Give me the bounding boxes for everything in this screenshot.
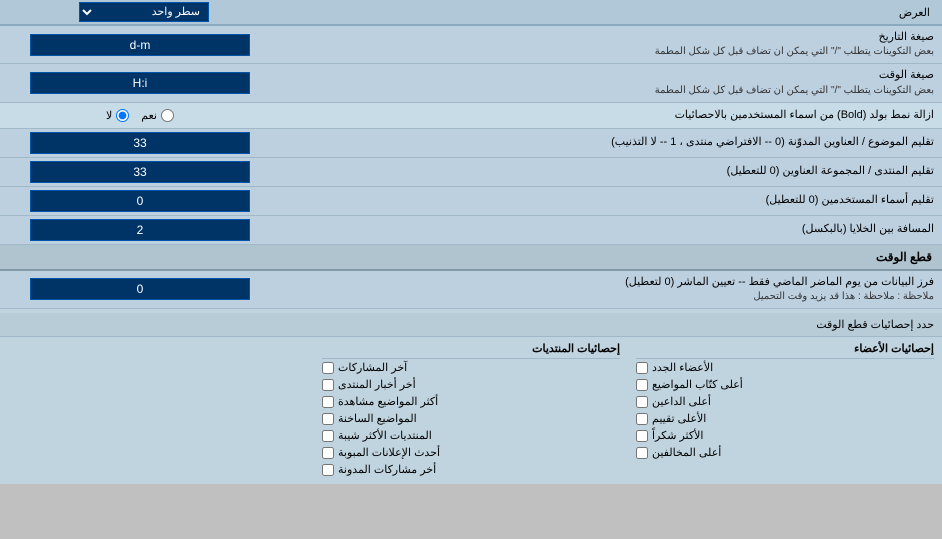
date-format-input-area	[0, 31, 280, 59]
bold-remove-label: ازالة نمط بولد (Bold) من اسماء المستخدمي…	[280, 104, 942, 127]
checkbox-last-posts-input[interactable]	[322, 362, 334, 374]
checkbox-top-writers-input[interactable]	[636, 379, 648, 391]
checkbox-most-similar-forums-input[interactable]	[322, 430, 334, 442]
checkbox-most-thanks: الأكثر شكراً	[636, 427, 934, 444]
header-select-area: سطر واحد سطرين ثلاثة أسطر	[4, 2, 284, 22]
username-limit-label: تقليم أسماء المستخدمين (0 للتعطيل)	[280, 189, 942, 212]
date-format-input[interactable]	[30, 34, 250, 56]
checkbox-top-inviters-input[interactable]	[636, 396, 648, 408]
cell-spacing-label: المسافة بين الخلايا (بالبكسل)	[280, 218, 942, 241]
checkbox-top-violations: أعلى المخالفين	[636, 444, 934, 461]
header-right-label: العرض	[284, 3, 938, 22]
bottom-main-label: حدد إحصائيات قطع الوقت	[0, 315, 942, 334]
cell-spacing-row: المسافة بين الخلايا (بالبكسل)	[0, 216, 942, 245]
members-col-header: إحصائيات الأعضاء	[636, 339, 934, 359]
display-select[interactable]: سطر واحد سطرين ثلاثة أسطر	[79, 2, 209, 22]
checkbox-top-writers: أعلى كتّاب المواضيع	[636, 376, 934, 393]
group-limit-row: تقليم المنتدى / المجموعة العناوين (0 للت…	[0, 158, 942, 187]
checkbox-latest-classified-input[interactable]	[322, 447, 334, 459]
username-limit-input[interactable]	[30, 190, 250, 212]
radio-yes-option: نعم	[141, 109, 174, 122]
cutoff-input[interactable]	[30, 278, 250, 300]
bottom-col-members: إحصائيات الأعضاء الأعضاء الجدد أعلى كتّا…	[628, 337, 942, 480]
username-limit-input-area	[0, 187, 280, 215]
checkbox-forum-news: أخر أخبار المنتدى	[322, 376, 620, 393]
checkbox-hot-topics: المواضيع الساخنة	[322, 410, 620, 427]
cell-spacing-input-area	[0, 216, 280, 244]
subject-limit-input-area	[0, 129, 280, 157]
checkbox-most-viewed-input[interactable]	[322, 396, 334, 408]
cutoff-input-area	[0, 275, 280, 303]
checkbox-top-inviters: أعلى الداعين	[636, 393, 934, 410]
checkbox-most-thanks-input[interactable]	[636, 430, 648, 442]
radio-yes-input[interactable]	[161, 109, 174, 122]
date-format-label: صيغة التاريخ بعض التكوينات يتطلب "/" الت…	[280, 26, 942, 63]
checkbox-new-members-input[interactable]	[636, 362, 648, 374]
bottom-section: حدد إحصائيات قطع الوقت إحصائيات الأعضاء …	[0, 309, 942, 484]
bottom-header-row: حدد إحصائيات قطع الوقت	[0, 313, 942, 337]
checkbox-top-rated-input[interactable]	[636, 413, 648, 425]
checkbox-forum-news-input[interactable]	[322, 379, 334, 391]
radio-no-option: لا	[106, 109, 129, 122]
forums-col-header: إحصائيات المنتديات	[322, 339, 620, 359]
bottom-col-forums: إحصائيات المنتديات آخر المشاركات أخر أخب…	[314, 337, 628, 480]
checkbox-latest-classified: أحدث الإعلانات المبوبة	[322, 444, 620, 461]
checkbox-new-members: الأعضاء الجدد	[636, 359, 934, 376]
time-format-label: صيغة الوقت بعض التكوينات يتطلب "/" التي …	[280, 64, 942, 101]
checkbox-hot-topics-input[interactable]	[322, 413, 334, 425]
group-limit-label: تقليم المنتدى / المجموعة العناوين (0 للت…	[280, 160, 942, 183]
date-format-row: صيغة التاريخ بعض التكوينات يتطلب "/" الت…	[0, 26, 942, 64]
header-row: العرض سطر واحد سطرين ثلاثة أسطر	[0, 0, 942, 26]
group-limit-input-area	[0, 158, 280, 186]
time-format-input[interactable]	[30, 72, 250, 94]
checkbox-top-violations-input[interactable]	[636, 447, 648, 459]
username-limit-row: تقليم أسماء المستخدمين (0 للتعطيل)	[0, 187, 942, 216]
time-format-input-area	[0, 69, 280, 97]
main-container: العرض سطر واحد سطرين ثلاثة أسطر صيغة الت…	[0, 0, 942, 484]
subject-limit-row: تقليم الموضوع / العناوين المدوّنة (0 -- …	[0, 129, 942, 158]
radio-no-input[interactable]	[116, 109, 129, 122]
cutoff-label: فرز البيانات من يوم الماضر الماضي فقط --…	[280, 271, 942, 308]
checkbox-last-posts: آخر المشاركات	[322, 359, 620, 376]
bold-remove-radio-area: نعم لا	[0, 106, 280, 125]
group-limit-input[interactable]	[30, 161, 250, 183]
cutoff-section-header: قطع الوقت	[0, 245, 942, 271]
cutoff-row: فرز البيانات من يوم الماضر الماضي فقط --…	[0, 271, 942, 309]
bottom-col-empty	[0, 337, 314, 480]
subject-limit-input[interactable]	[30, 132, 250, 154]
cell-spacing-input[interactable]	[30, 219, 250, 241]
checkbox-most-viewed: أكثر المواضيع مشاهدة	[322, 393, 620, 410]
bottom-cols: إحصائيات الأعضاء الأعضاء الجدد أعلى كتّا…	[0, 337, 942, 480]
checkbox-most-similar-forums: المنتديات الأكثر شيبة	[322, 427, 620, 444]
subject-limit-label: تقليم الموضوع / العناوين المدوّنة (0 -- …	[280, 131, 942, 154]
time-format-row: صيغة الوقت بعض التكوينات يتطلب "/" التي …	[0, 64, 942, 102]
checkbox-top-rated: الأعلى تقييم	[636, 410, 934, 427]
checkbox-last-blog-posts: أخر مشاركات المدونة	[322, 461, 620, 478]
checkbox-last-blog-posts-input[interactable]	[322, 464, 334, 476]
bold-remove-row: ازالة نمط بولد (Bold) من اسماء المستخدمي…	[0, 103, 942, 129]
